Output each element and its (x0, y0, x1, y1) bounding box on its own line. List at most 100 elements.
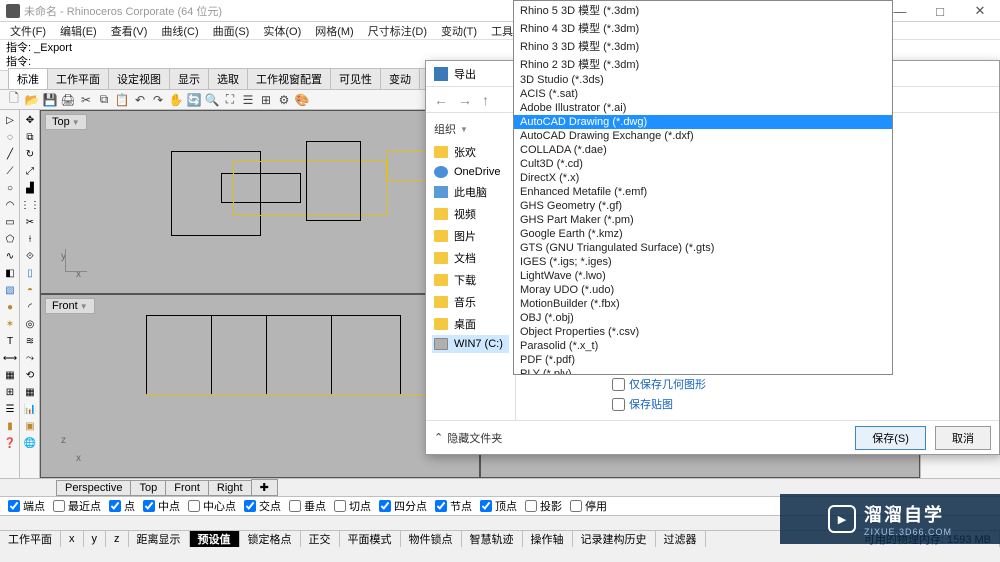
rect-icon[interactable]: ▭ (2, 214, 18, 230)
menu-item[interactable]: 文件(F) (4, 22, 52, 40)
pan-icon[interactable]: ✋ (168, 92, 184, 108)
viewport-tab[interactable]: Top (130, 480, 166, 496)
menu-item[interactable]: 曲面(S) (207, 22, 256, 40)
arc-icon[interactable]: ◠ (2, 197, 18, 213)
toolbar-tab[interactable]: 标准 (8, 68, 48, 89)
move-icon[interactable]: ✥ (22, 112, 38, 128)
save-geometry-only-checkbox[interactable]: 仅保存几何图形 (612, 376, 999, 392)
rotate2-icon[interactable]: ↻ (22, 146, 38, 162)
status-cell[interactable]: 平面模式 (340, 531, 401, 547)
save-button[interactable]: 保存(S) (855, 426, 926, 450)
extrude-icon[interactable]: ▯ (22, 265, 38, 281)
polyline-icon[interactable]: ⟋ (2, 163, 18, 179)
mesh-icon[interactable]: ▦ (22, 384, 38, 400)
maximize-button[interactable]: □ (920, 0, 960, 22)
offset-icon[interactable]: ◎ (22, 316, 38, 332)
sidebar-location[interactable]: 视频 (432, 203, 509, 225)
format-option[interactable]: GHS Geometry (*.gf) (514, 199, 892, 213)
copy2-icon[interactable]: ⧉ (22, 129, 38, 145)
cancel-button[interactable]: 取消 (935, 426, 991, 450)
format-option[interactable]: IGES (*.igs; *.iges) (514, 255, 892, 269)
scale-icon[interactable]: ⤢ (22, 163, 38, 179)
toolbar-tab[interactable]: 可见性 (330, 68, 381, 89)
close-button[interactable]: ✕ (960, 0, 1000, 22)
menu-item[interactable]: 网格(M) (309, 22, 360, 40)
format-option[interactable]: Rhino 5 3D 模型 (*.3dm) (514, 1, 892, 19)
toolbar-tab[interactable]: 工作视窗配置 (247, 68, 331, 89)
osnap-proj[interactable]: 投影 (525, 498, 562, 514)
osnap-checkbox[interactable]: 节点 (435, 498, 472, 514)
sphere-icon[interactable]: ● (2, 299, 18, 315)
format-option[interactable]: Rhino 4 3D 模型 (*.3dm) (514, 19, 892, 37)
line-icon[interactable]: ╱ (2, 146, 18, 162)
osnap-checkbox[interactable]: 中点 (143, 498, 180, 514)
format-option[interactable]: DirectX (*.x) (514, 171, 892, 185)
format-option[interactable]: Parasolid (*.x_t) (514, 339, 892, 353)
forward-button[interactable]: → (458, 92, 472, 108)
format-option[interactable]: COLLADA (*.dae) (514, 143, 892, 157)
4view-icon[interactable]: ⊞ (258, 92, 274, 108)
format-option[interactable]: LightWave (*.lwo) (514, 269, 892, 283)
format-option[interactable]: Cult3D (*.cd) (514, 157, 892, 171)
menu-item[interactable]: 查看(V) (105, 22, 154, 40)
add-tab-button[interactable]: ✚ (251, 479, 278, 496)
format-option[interactable]: 3D Studio (*.3ds) (514, 73, 892, 87)
mirror-icon[interactable]: ▟ (22, 180, 38, 196)
viewport-tab[interactable]: Front (165, 480, 209, 496)
menu-item[interactable]: 实体(O) (257, 22, 307, 40)
osnap-checkbox[interactable]: 中心点 (188, 498, 236, 514)
copy-icon[interactable]: ⧉ (96, 92, 112, 108)
viewport-front[interactable]: Front▼ z x (40, 294, 480, 478)
redo-icon[interactable]: ↷ (150, 92, 166, 108)
grid-icon[interactable]: ⊞ (2, 384, 18, 400)
circle-icon[interactable]: ○ (2, 180, 18, 196)
viewport-tab[interactable]: Right (208, 480, 252, 496)
chevron-down-icon[interactable]: ▼ (72, 118, 80, 127)
toolbar-tab[interactable]: 设定视图 (108, 68, 170, 89)
layer-icon[interactable]: ☰ (240, 92, 256, 108)
cut-icon[interactable]: ✂ (78, 92, 94, 108)
format-option[interactable]: Google Earth (*.kmz) (514, 227, 892, 241)
surface-icon[interactable]: ◧ (2, 265, 18, 281)
back-button[interactable]: ← (434, 92, 448, 108)
sidebar-location[interactable]: 张欢 (432, 141, 509, 163)
viewport-tab[interactable]: Perspective (56, 480, 131, 496)
sidebar-location[interactable]: 桌面 (432, 313, 509, 335)
fillet-icon[interactable]: ◜ (22, 299, 38, 315)
hide-folders-button[interactable]: ⌃ 隐藏文件夹 (434, 430, 502, 446)
menu-item[interactable]: 曲线(C) (155, 22, 204, 40)
globe-icon[interactable]: 🌐 (22, 435, 38, 451)
save-icon[interactable]: 💾 (42, 92, 58, 108)
format-option[interactable]: Adobe Illustrator (*.ai) (514, 101, 892, 115)
format-option[interactable]: Moray UDO (*.udo) (514, 283, 892, 297)
format-option[interactable]: AutoCAD Drawing Exchange (*.dxf) (514, 129, 892, 143)
format-option[interactable]: PLY (*.ply) (514, 367, 892, 375)
status-cell[interactable]: 操作轴 (523, 531, 573, 547)
sidebar-location[interactable]: 文档 (432, 247, 509, 269)
join-icon[interactable]: ⟐ (22, 248, 38, 264)
status-cell[interactable]: 记录建构历史 (573, 531, 656, 547)
dim-icon[interactable]: ⟷ (2, 350, 18, 366)
toolbar-tab[interactable]: 工作平面 (47, 68, 109, 89)
format-option[interactable]: AutoCAD Drawing (*.dwg) (514, 115, 892, 129)
osnap-checkbox[interactable]: 四分点 (379, 498, 427, 514)
palette-icon[interactable]: ▮ (2, 418, 18, 434)
print-icon[interactable]: 🖨 (60, 92, 76, 108)
osnap-checkbox[interactable]: 交点 (244, 498, 281, 514)
osnap-checkbox[interactable]: 端点 (8, 498, 45, 514)
sweep-icon[interactable]: ⤳ (22, 350, 38, 366)
chevron-down-icon[interactable]: ▼ (80, 302, 88, 311)
status-cell[interactable]: 距离显示 (129, 531, 190, 547)
revolve-icon[interactable]: ⟲ (22, 367, 38, 383)
format-option[interactable]: OBJ (*.obj) (514, 311, 892, 325)
sidebar-location[interactable]: 此电脑 (432, 181, 509, 203)
lasso-icon[interactable]: ◌ (2, 129, 18, 145)
status-cell[interactable]: 物件锁点 (401, 531, 462, 547)
format-option[interactable]: Rhino 3 3D 模型 (*.3dm) (514, 37, 892, 55)
array-icon[interactable]: ⋮⋮ (22, 197, 38, 213)
loft-icon[interactable]: ≋ (22, 333, 38, 349)
undo-icon[interactable]: ↶ (132, 92, 148, 108)
box-icon[interactable]: ▧ (2, 282, 18, 298)
polygon-icon[interactable]: ⬠ (2, 231, 18, 247)
trim-icon[interactable]: ✂ (22, 214, 38, 230)
